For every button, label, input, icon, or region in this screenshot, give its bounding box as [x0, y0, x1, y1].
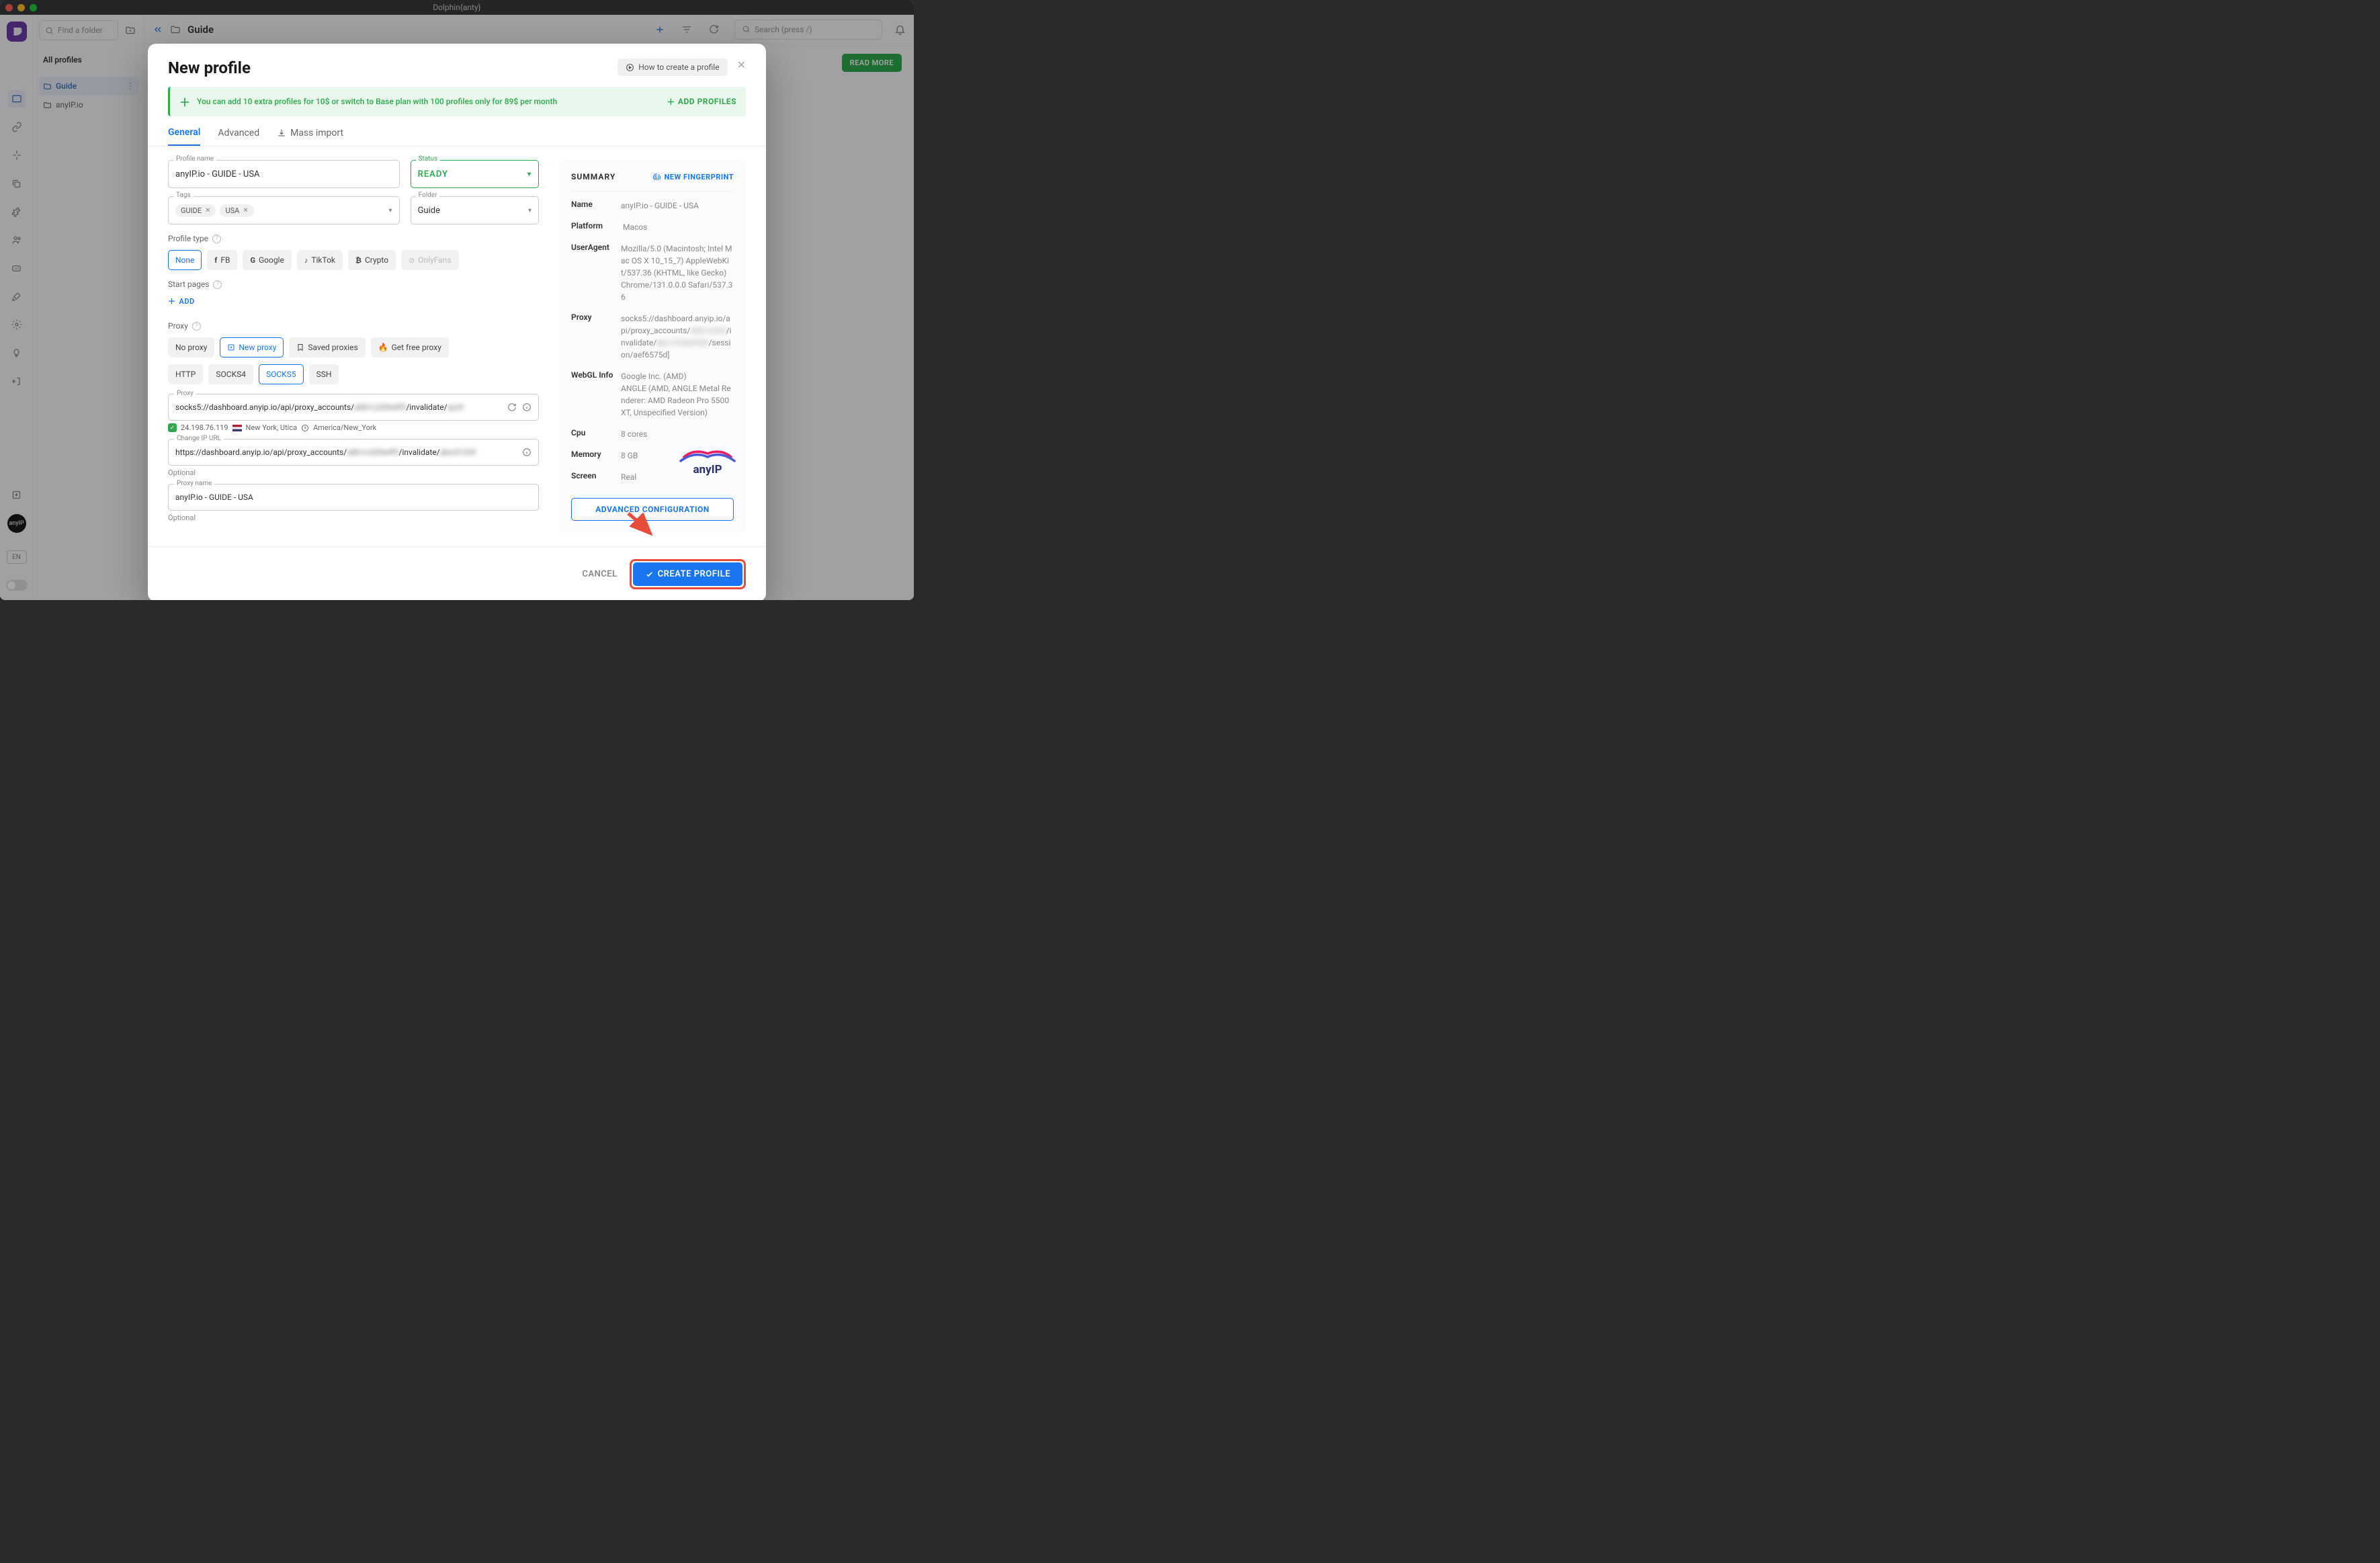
new-profile-modal: New profile How to create a profile ✕ ＋ … — [148, 44, 766, 600]
add-profiles-button[interactable]: ＋ADD PROFILES — [667, 96, 736, 108]
howto-button[interactable]: How to create a profile — [618, 58, 727, 76]
proxy-proto-socks4[interactable]: SOCKS4 — [208, 364, 253, 384]
help-icon[interactable]: ? — [213, 280, 222, 289]
app-window: Dolphin{anty} — [0, 0, 914, 600]
download-icon — [277, 128, 286, 138]
svg-text:anyIP: anyIP — [693, 463, 722, 476]
check-icon: ✓ — [168, 423, 177, 432]
chevron-down-icon: ▾ — [527, 171, 532, 178]
new-fingerprint-button[interactable]: NEW FINGERPRINT — [652, 173, 734, 181]
check-icon — [645, 570, 654, 579]
change-ip-url-input[interactable]: Change IP URL https://dashboard.anyip.io… — [168, 439, 539, 466]
promo-message: You can add 10 extra profiles for 10$ or… — [197, 97, 660, 106]
modal-title: New profile — [168, 58, 251, 77]
profile-type-label: Profile type? — [168, 234, 539, 243]
proxy-proto-http[interactable]: HTTP — [168, 364, 203, 384]
remove-tag-icon[interactable]: ✕ — [243, 207, 248, 214]
tag-chip[interactable]: GUIDE✕ — [175, 204, 216, 217]
modal-footer: CANCEL CREATE PROFILE — [148, 546, 766, 600]
proxy-name-input[interactable]: Proxy name anyIP.io - GUIDE - USA — [168, 484, 539, 511]
status-select[interactable]: READY ▾ — [411, 160, 539, 188]
optional-label: Optional — [168, 468, 539, 477]
cancel-button[interactable]: CANCEL — [582, 569, 617, 579]
profile-type-crypto[interactable]: ₿Crypto — [348, 250, 396, 270]
help-icon[interactable]: ? — [212, 235, 221, 243]
folder-select[interactable]: Guide ▾ — [411, 196, 539, 224]
tags-input[interactable]: GUIDE✕ USA✕ ▾ — [168, 196, 400, 224]
proxy-mode-free[interactable]: 🔥 Get free proxy — [371, 337, 449, 357]
proxy-url-input[interactable]: Proxy socks5://dashboard.anyip.io/api/pr… — [168, 394, 539, 421]
chevron-down-icon: ▾ — [389, 207, 392, 214]
proxy-mode-noproxy[interactable]: No proxy — [168, 337, 214, 357]
summary-title: SUMMARY — [571, 172, 615, 181]
proxy-mode-saved[interactable]: Saved proxies — [289, 337, 365, 357]
proxy-proto-ssh[interactable]: SSH — [309, 364, 339, 384]
proxy-proto-socks5[interactable]: SOCKS5 — [259, 364, 304, 384]
chevron-down-icon: ▾ — [528, 207, 532, 214]
add-start-page-button[interactable]: ＋ADD — [168, 296, 539, 306]
start-pages-label: Start pages? — [168, 280, 539, 289]
modal-tabs: General Advanced Mass import — [148, 116, 766, 146]
profile-type-tiktok[interactable]: ♪TikTok — [297, 250, 343, 270]
proxy-mode-chips: No proxy New proxy Saved proxies 🔥 Get f… — [168, 337, 539, 357]
anyip-logo: anyIP — [677, 446, 738, 479]
optional-label: Optional — [168, 513, 539, 522]
new-proxy-icon — [227, 343, 235, 351]
us-flag-icon — [232, 425, 242, 431]
bookmark-icon — [296, 343, 304, 351]
tags-label: Tags — [173, 192, 194, 199]
form-column: Profile name anyIP.io - GUIDE - USA Stat… — [168, 160, 539, 533]
profile-name-input[interactable]: anyIP.io - GUIDE - USA — [168, 160, 400, 188]
help-video-icon — [626, 63, 634, 72]
create-profile-button[interactable]: CREATE PROFILE — [633, 562, 742, 586]
tab-mass-import[interactable]: Mass import — [277, 127, 343, 146]
tab-general[interactable]: General — [168, 127, 200, 146]
info-icon[interactable] — [522, 403, 532, 412]
proxy-mode-newproxy[interactable]: New proxy — [220, 337, 284, 357]
profile-type-none[interactable]: None — [168, 250, 202, 270]
refresh-icon[interactable] — [507, 403, 517, 412]
proxy-label: Proxy? — [168, 321, 539, 331]
create-button-highlight: CREATE PROFILE — [630, 559, 746, 589]
profile-name-label: Profile name — [173, 155, 216, 163]
status-label: Status — [416, 155, 441, 163]
proxy-status: ✓ 24.198.76.119 New York, Utica America/… — [168, 423, 539, 432]
proxy-protocol-chips: HTTP SOCKS4 SOCKS5 SSH — [168, 364, 539, 384]
summary-column: SUMMARY NEW FINGERPRINT NameanyIP.io - G… — [559, 160, 746, 533]
folder-label: Folder — [416, 192, 440, 199]
remove-tag-icon[interactable]: ✕ — [205, 207, 210, 214]
flame-icon: 🔥 — [378, 343, 388, 352]
close-modal-button[interactable]: ✕ — [737, 58, 746, 71]
profile-type-onlyfans[interactable]: ⊘OnlyFans — [401, 250, 458, 270]
annotation-arrow — [625, 508, 658, 542]
plus-icon: ＋ — [179, 93, 190, 110]
info-icon[interactable] — [522, 448, 532, 457]
help-icon[interactable]: ? — [192, 322, 201, 331]
tag-chip[interactable]: USA✕ — [220, 204, 253, 217]
profile-type-fb[interactable]: fFB — [207, 250, 237, 270]
clock-icon — [301, 424, 309, 432]
fingerprint-icon — [652, 173, 661, 181]
promo-banner: ＋ You can add 10 extra profiles for 10$ … — [168, 87, 746, 116]
profile-type-chips: None fFB GGoogle ♪TikTok ₿Crypto ⊘OnlyFa… — [168, 250, 539, 270]
profile-type-google[interactable]: GGoogle — [243, 250, 291, 270]
summary-panel: SUMMARY NEW FINGERPRINT NameanyIP.io - G… — [559, 160, 746, 533]
tab-advanced[interactable]: Advanced — [218, 127, 259, 146]
